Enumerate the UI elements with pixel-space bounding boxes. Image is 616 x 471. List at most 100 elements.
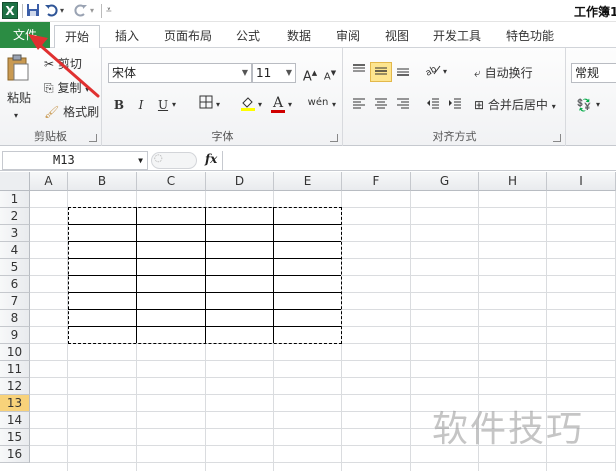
font-size-combo[interactable]: 11 ▼ (252, 63, 296, 83)
bold-button[interactable]: B (108, 95, 130, 115)
tab-formulas[interactable]: 公式 (226, 25, 270, 48)
row-header-15[interactable]: 15 (0, 429, 30, 446)
merge-center-button[interactable]: ⊞ 合并后居中 ▾ (474, 97, 556, 115)
clipboard-group: 粘贴 ▾ ✂ 剪切 ⎘ 复制 ▾ 🖌 格式刷 剪贴板 (0, 48, 102, 146)
tab-insert[interactable]: 插入 (105, 25, 149, 48)
insert-function-icon[interactable]: fx (205, 152, 217, 166)
align-left-icon[interactable] (348, 95, 370, 115)
column-header-h[interactable]: H (479, 172, 547, 191)
row-header-1[interactable]: 1 (0, 191, 30, 208)
font-color-swatch (271, 110, 285, 113)
gridline-horizontal (30, 377, 616, 378)
alignment-launcher-icon[interactable] (553, 134, 561, 142)
tab-developer[interactable]: 开发工具 (427, 25, 487, 48)
number-format-value: 常规 (575, 66, 600, 80)
row-header-7[interactable]: 7 (0, 293, 30, 310)
font-size-value: 11 (256, 66, 272, 80)
italic-button[interactable]: I (130, 95, 152, 115)
ribbon-home: 粘贴 ▾ ✂ 剪切 ⎘ 复制 ▾ 🖌 格式刷 剪贴板 宋体 ▼ 11 ▼ A▲ … (0, 48, 616, 146)
wrap-text-icon: ⤶ (474, 66, 481, 80)
phonetic-dropdown-icon[interactable]: ▾ (329, 95, 339, 115)
gridline-horizontal (30, 394, 616, 395)
select-all-corner[interactable] (0, 172, 30, 191)
circle-handle-icon: ◌ (154, 153, 163, 164)
column-header-f[interactable]: F (342, 172, 411, 191)
format-painter-button[interactable]: 🖌 格式刷 (44, 104, 99, 120)
align-center-icon[interactable] (370, 95, 392, 115)
phonetic-guide-icon[interactable]: wén (305, 93, 331, 113)
font-color-label: A (272, 95, 284, 111)
currency-format-icon[interactable]: 💱 (573, 95, 595, 115)
paste-dropdown-icon[interactable]: ▾ (14, 108, 18, 124)
row-header-12[interactable]: 12 (0, 378, 30, 395)
row-header-16[interactable]: 16 (0, 446, 30, 463)
font-name-combo[interactable]: 宋体 ▼ (108, 63, 252, 83)
merge-center-label: 合并后居中 (487, 98, 548, 112)
shrink-font-button[interactable]: A▼ (319, 63, 341, 83)
paste-icon[interactable] (6, 54, 30, 86)
clipboard-launcher-icon[interactable] (89, 134, 97, 142)
tab-data[interactable]: 数据 (277, 25, 321, 48)
column-header-i[interactable]: I (547, 172, 616, 191)
paste-button[interactable]: 粘贴 (7, 90, 31, 106)
formula-bar-resize-handle[interactable]: ◌ (151, 152, 197, 169)
column-header-e[interactable]: E (274, 172, 342, 191)
align-bottom-icon[interactable] (392, 62, 414, 82)
save-icon[interactable] (26, 3, 40, 19)
window-title: 工作簿1 (574, 5, 616, 19)
align-top-icon[interactable] (348, 62, 370, 82)
wrap-text-button[interactable]: ⤶ 自动换行 (474, 65, 533, 81)
decrease-indent-icon[interactable] (422, 95, 444, 115)
fill-color-dropdown-icon[interactable]: ▾ (255, 95, 265, 115)
font-launcher-icon[interactable] (330, 134, 338, 142)
grow-font-label: A (302, 69, 312, 85)
wrap-text-label: 自动换行 (484, 66, 533, 80)
row-header-14[interactable]: 14 (0, 412, 30, 429)
column-header-d[interactable]: D (206, 172, 274, 191)
orientation-dropdown-icon[interactable]: ▾ (440, 62, 450, 82)
tab-file[interactable]: 文件 (0, 22, 50, 48)
cut-button[interactable]: ✂ 剪切 (44, 56, 82, 72)
tab-page-layout[interactable]: 页面布局 (157, 25, 219, 48)
customize-quick-access-icon[interactable]: ⩡ (106, 3, 112, 19)
tab-view[interactable]: 视图 (375, 25, 419, 48)
currency-dropdown-icon[interactable]: ▾ (593, 95, 603, 115)
redo-dropdown-icon[interactable]: ▾ (90, 3, 94, 19)
row-header-5[interactable]: 5 (0, 259, 30, 276)
underline-dropdown-icon[interactable]: ▾ (169, 95, 179, 115)
tab-home[interactable]: 开始 (54, 25, 100, 49)
grow-font-button[interactable]: A▲ (299, 63, 321, 85)
font-color-dropdown-icon[interactable]: ▾ (285, 95, 295, 115)
tab-review[interactable]: 审阅 (326, 25, 370, 48)
align-middle-icon[interactable] (370, 62, 392, 82)
gridline-vertical (410, 191, 411, 471)
copy-button[interactable]: ⎘ 复制 ▾ (44, 80, 89, 98)
name-box[interactable]: M13 ▼ (2, 151, 148, 170)
redo-icon[interactable] (74, 3, 88, 19)
column-header-b[interactable]: B (68, 172, 137, 191)
row-header-4[interactable]: 4 (0, 242, 30, 259)
increase-indent-icon[interactable] (444, 95, 466, 115)
column-header-g[interactable]: G (411, 172, 479, 191)
copy-label: 复制 (57, 81, 82, 95)
copy-dropdown-icon: ▾ (85, 85, 90, 94)
align-right-icon[interactable] (392, 95, 414, 115)
row-header-8[interactable]: 8 (0, 310, 30, 327)
borders-dropdown-icon[interactable]: ▾ (213, 95, 223, 115)
row-header-11[interactable]: 11 (0, 361, 30, 378)
number-format-combo[interactable]: 常规 (571, 63, 616, 83)
undo-icon[interactable] (44, 3, 58, 19)
tab-special-features[interactable]: 特色功能 (499, 25, 561, 48)
excel-logo-icon: X (2, 2, 18, 19)
row-header-6[interactable]: 6 (0, 276, 30, 293)
undo-dropdown-icon[interactable]: ▾ (60, 3, 64, 19)
row-header-10[interactable]: 10 (0, 344, 30, 361)
row-header-13[interactable]: 13 (0, 395, 30, 412)
column-header-a[interactable]: A (30, 172, 68, 191)
row-header-3[interactable]: 3 (0, 225, 30, 242)
row-header-9[interactable]: 9 (0, 327, 30, 344)
formula-input[interactable] (222, 151, 616, 170)
row-header-2[interactable]: 2 (0, 208, 30, 225)
chevron-down-icon: ▼ (285, 68, 292, 77)
column-header-c[interactable]: C (137, 172, 206, 191)
